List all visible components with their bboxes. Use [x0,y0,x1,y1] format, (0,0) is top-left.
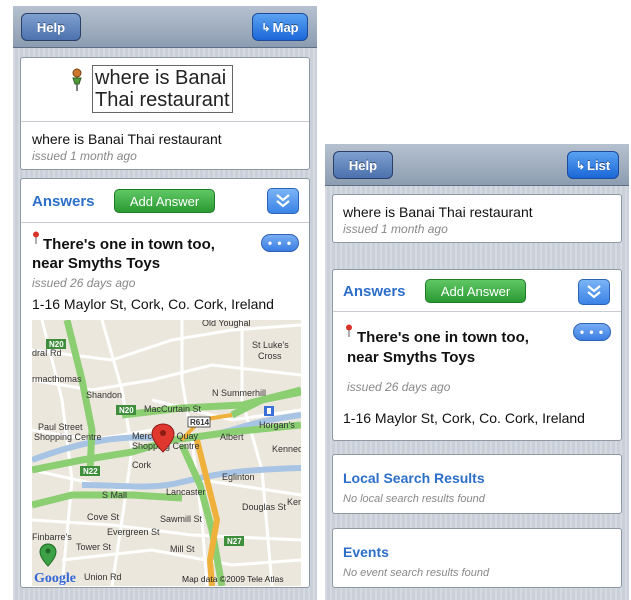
list-button[interactable]: ↳ List [567,151,619,179]
map-label-r614: R614 [190,418,210,427]
pushpin-icon [69,68,85,92]
map-label-shandon: Shandon [86,390,122,400]
map-label-maccurtain: MacCurtain St [144,404,202,414]
local-search-results-title: Local Search Results [343,470,485,486]
more-options-label: • • • [267,236,293,250]
pushpin-icon [32,231,40,245]
answer-title-line2: near Smyths Toys [32,255,161,272]
answer-issued-time: issued 26 days ago [32,276,136,290]
query-card: where is Banai Thai restaurant where is … [20,57,310,170]
query-text-line2: Thai restaurant [95,89,230,111]
answer-title-line1: There's one in town too, [43,236,215,253]
question-issued-time: issued 1 month ago [343,222,448,236]
local-search-results-card[interactable]: Local Search Results No local search res… [332,454,622,514]
add-answer-button[interactable]: Add Answer [114,189,215,213]
navigation-bar: Help ↳ List [325,144,629,186]
events-title: Events [343,544,389,560]
collapse-button[interactable] [578,279,610,305]
map-label-union-rd: Union Rd [84,572,122,582]
add-answer-button[interactable]: Add Answer [425,279,526,303]
map-label-albert: Albert [220,432,244,442]
more-options-button[interactable]: • • • [573,323,611,341]
more-options-button[interactable]: • • • [261,234,299,252]
map-label-s-mall: S Mall [102,490,127,500]
map-label-sawmill: Sawmill St [160,514,203,524]
map-label-shopping-centre: Shopping Centre [34,432,102,442]
map-label-ker: Ker [287,497,301,507]
map-label-mill-st: Mill St [170,544,195,554]
map-label-douglas: Douglas St [242,502,287,512]
map-label-rmacthomas: rmacthomas [32,374,82,384]
navigation-bar: Help ↳ Map [13,6,317,48]
question-issued-time: issued 1 month ago [32,149,137,163]
parking-icon [264,406,274,416]
divider [21,222,309,223]
map-label-cork: Cork [132,460,152,470]
answer-title-line1: There's one in town too, [357,329,529,346]
answer-title-line2: near Smyths Toys [347,349,476,366]
answer-issued-time: issued 26 days ago [347,380,451,394]
map-label-lancaster: Lancaster [166,487,206,497]
divider [21,121,309,122]
add-answer-label: Add Answer [440,283,511,299]
double-chevron-down-icon [587,285,601,299]
answers-heading: Answers [343,283,406,300]
map-button-label: Map [272,19,299,35]
query-card: where is Banai Thai restaurant issued 1 … [332,194,622,243]
map-label-n20-south: N20 [119,406,134,415]
double-chevron-down-icon [276,194,290,208]
events-empty: No event search results found [343,567,490,579]
map-view[interactable]: N20 N20 N22 N27 R614 Old Youghal St Luke… [32,320,301,586]
help-button[interactable]: Help [333,151,393,179]
help-button[interactable]: Help [21,13,81,41]
question-title: where is Banai Thai restaurant [343,204,533,220]
map-label-tower-st: Tower St [76,542,112,552]
answer-address: 1-16 Maylor St, Cork, Co. Cork, Ireland [343,410,585,426]
answer-address: 1-16 Maylor St, Cork, Co. Cork, Ireland [32,296,274,312]
return-arrow-icon: ↳ [261,21,271,34]
list-button-label: List [587,157,611,173]
map-label-eglinton: Eglinton [222,472,255,482]
add-answer-label: Add Answer [129,193,200,209]
map-label-cross: Cross [258,351,282,361]
help-button-label: Help [348,157,378,173]
map-label-evergreen: Evergreen St [107,527,160,537]
map-label-n22: N22 [83,467,98,476]
map-label-finbarres: Finbarre's [32,532,72,542]
divider [333,311,621,312]
map-label-drai-rd: draI Rd [32,348,62,358]
map-label-st-lukes: St Luke's [252,340,289,350]
answers-heading: Answers [32,193,95,210]
collapse-button[interactable] [267,188,299,214]
more-options-label: • • • [579,325,605,339]
map-button[interactable]: ↳ Map [252,13,308,41]
map-label-horgans: Horgan's [259,420,295,430]
map-label-kennedy: Kenned [272,444,301,454]
map-label-cove-st: Cove St [87,512,120,522]
answers-card: Answers Add Answer There's one in town t… [20,178,310,588]
query-text-box[interactable]: where is Banai Thai restaurant [92,65,233,113]
map-label-old-youghal: Old Youghal [202,320,251,328]
right-screen: Help ↳ List where is Banai Thai restaura… [325,144,629,600]
google-logo: Google [34,571,76,586]
map-label-paul-street: Paul Street [38,422,83,432]
map-label-n27: N27 [227,537,242,546]
pushpin-icon [345,324,353,338]
answers-card: Answers Add Answer There's one in town t… [332,269,622,441]
help-button-label: Help [36,19,66,35]
question-title: where is Banai Thai restaurant [32,131,222,147]
query-text-line1: where is Banai [95,67,227,89]
return-arrow-icon: ↳ [575,159,586,172]
left-screen: Help ↳ Map where is Banai Thai restauran… [13,6,317,600]
map-label-n-summerhill: N Summerhill [212,388,266,398]
events-card[interactable]: Events No event search results found [332,528,622,588]
local-search-results-empty: No local search results found [343,493,485,505]
map-attribution: Map data ©2009 Tele Atlas [182,574,284,584]
